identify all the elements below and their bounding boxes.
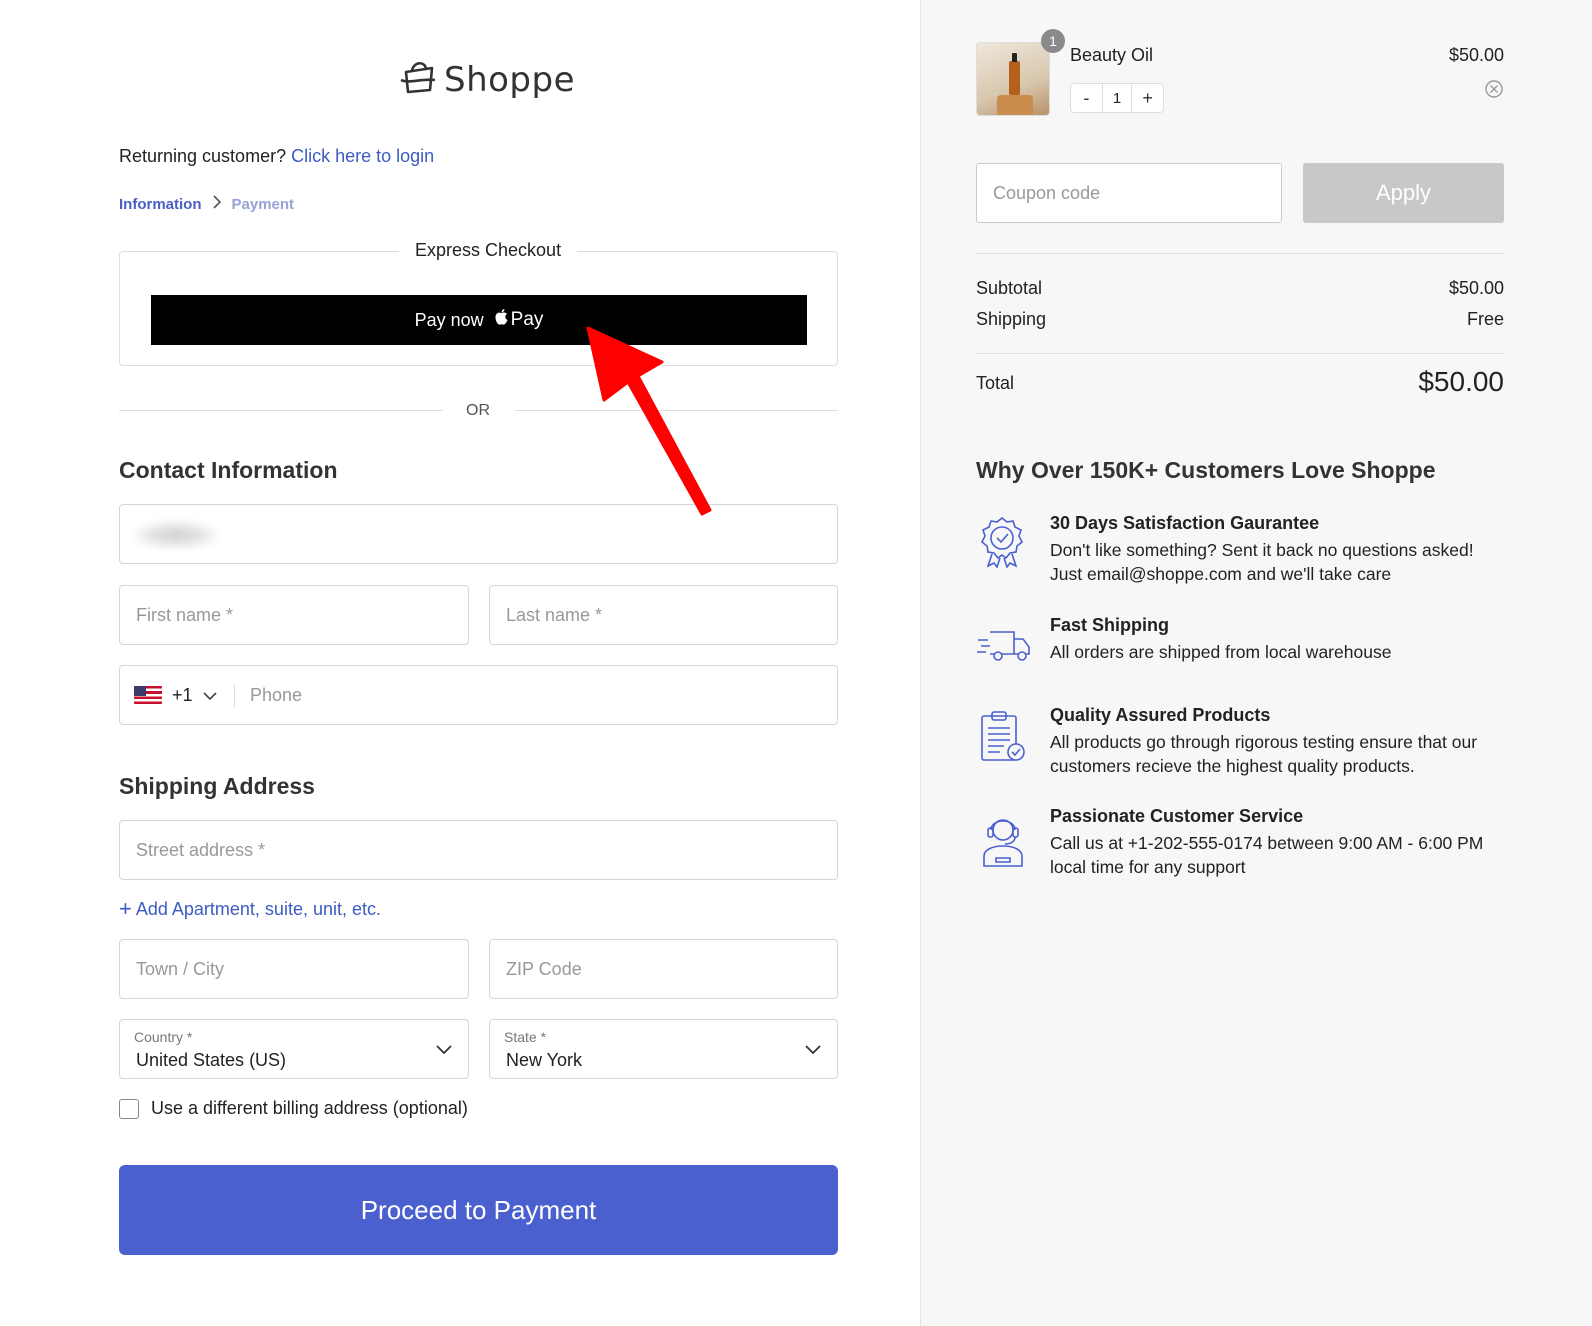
feature-title: Quality Assured Products (1050, 705, 1271, 725)
badge-check-icon (978, 516, 1026, 573)
breadcrumb-information[interactable]: Information (119, 196, 202, 213)
brand-logo[interactable]: Shoppe (398, 58, 575, 101)
feature-line: Call us at +1-202-555-0174 between 9:00 … (1050, 833, 1484, 853)
login-link[interactable]: Click here to login (291, 146, 434, 166)
feature-line: customers recieve the highest quality pr… (1050, 756, 1415, 776)
express-checkout-title: Express Checkout (399, 240, 578, 261)
coupon-field[interactable] (976, 163, 1282, 223)
feature-description: All products go through rigorous testing… (1050, 730, 1500, 778)
state-value: New York (506, 1050, 583, 1070)
increase-quantity-button[interactable]: + (1132, 84, 1163, 112)
apply-coupon-button[interactable]: Apply (1303, 163, 1504, 223)
shipping-label: Shipping (976, 309, 1047, 329)
billing-checkbox[interactable] (119, 1098, 139, 1119)
apple-pay-label: Pay (510, 309, 544, 330)
plus-icon: + (119, 896, 132, 921)
add-apartment-label: Add Apartment, suite, unit, etc. (135, 898, 381, 919)
feature-title: 30 Days Satisfaction Gaurantee (1050, 513, 1320, 533)
or-separator: OR (466, 402, 490, 419)
brand-name: Shoppe (444, 59, 576, 100)
feature-description: Don't like something? Sent it back no qu… (1050, 538, 1500, 586)
last-name-field[interactable] (489, 585, 838, 645)
quantity-badge: 1 (1041, 29, 1065, 53)
street-address-field[interactable] (119, 820, 838, 880)
shipping-address-title: Shipping Address (119, 773, 315, 799)
chevron-down-icon (805, 1042, 821, 1060)
first-name-input[interactable] (120, 586, 468, 644)
state-label: State * (504, 1029, 547, 1045)
divider-left (119, 410, 443, 411)
checkout-form-panel: Shoppe Returning customer? Click here to… (0, 0, 920, 1326)
breadcrumb: Information Payment (119, 195, 294, 214)
phone-input[interactable] (120, 666, 837, 724)
shopping-bag-icon (398, 58, 438, 101)
product-thumbnail (976, 42, 1050, 116)
apple-logo-icon (494, 308, 509, 332)
why-customers-love-title: Why Over 150K+ Customers Love Shoppe (976, 457, 1436, 483)
divider (976, 353, 1504, 354)
proceed-to-payment-button[interactable]: Proceed to Payment (119, 1165, 838, 1255)
quantity-value[interactable]: 1 (1101, 84, 1133, 112)
breadcrumb-payment[interactable]: Payment (232, 196, 295, 213)
country-value: United States (US) (136, 1050, 287, 1070)
delivery-truck-icon (976, 628, 1032, 669)
first-name-field[interactable] (119, 585, 469, 645)
support-agent-icon (978, 812, 1028, 873)
phone-field[interactable]: +1 (119, 665, 838, 725)
phone-divider (234, 684, 235, 708)
us-flag-icon (134, 686, 162, 704)
state-select[interactable]: State * New York (489, 1019, 838, 1079)
divider (976, 253, 1504, 254)
feature-description: All orders are shipped from local wareho… (1050, 640, 1500, 664)
country-label: Country * (134, 1029, 193, 1045)
billing-checkbox-label: Use a different billing address (optiona… (151, 1098, 468, 1118)
quantity-stepper[interactable]: - 1 + (1070, 83, 1164, 113)
feature-title: Passionate Customer Service (1050, 806, 1304, 826)
billing-address-option[interactable]: Use a different billing address (optiona… (119, 1098, 468, 1119)
subtotal-label: Subtotal (976, 278, 1043, 298)
feature-line: Just email@shoppe.com and we'll take car… (1050, 564, 1392, 584)
feature-title: Fast Shipping (1050, 615, 1169, 635)
zip-field[interactable] (489, 939, 838, 999)
feature-line: All orders are shipped from local wareho… (1050, 642, 1392, 662)
returning-customer: Returning customer? Click here to login (119, 146, 434, 167)
country-select[interactable]: Country * United States (US) (119, 1019, 469, 1079)
add-apartment-link[interactable]: + Add Apartment, suite, unit, etc. (119, 898, 381, 920)
feature-line: local time for any support (1050, 857, 1246, 877)
city-input[interactable] (120, 940, 468, 998)
blurred-email-value (136, 522, 216, 548)
product-price: $50.00 (1448, 45, 1504, 65)
city-field[interactable] (119, 939, 469, 999)
remove-item-icon[interactable] (1484, 79, 1504, 104)
chevron-down-icon (202, 685, 217, 706)
subtotal-value: $50.00 (1448, 278, 1504, 298)
feature-line: Don't like something? Sent it back no qu… (1050, 540, 1474, 560)
last-name-input[interactable] (490, 586, 837, 644)
total-label: Total (976, 373, 1015, 393)
contact-info-title: Contact Information (119, 457, 338, 483)
email-field[interactable] (119, 504, 838, 564)
feature-line: All products go through rigorous testing… (1050, 732, 1478, 752)
decrease-quantity-button[interactable]: - (1071, 84, 1102, 112)
returning-prompt: Returning customer? (119, 146, 287, 166)
coupon-input[interactable] (977, 164, 1281, 222)
product-name: Beauty Oil (1070, 45, 1154, 65)
total-value: $50.00 (1418, 366, 1504, 397)
chevron-down-icon (436, 1042, 452, 1060)
annotation-arrow-icon (580, 320, 720, 525)
shipping-value: Free (1466, 309, 1504, 329)
street-address-input[interactable] (120, 821, 837, 879)
phone-country-code: +1 (172, 684, 193, 705)
clipboard-check-icon (978, 710, 1028, 769)
zip-input[interactable] (490, 940, 837, 998)
paynow-label: Pay now (414, 309, 484, 330)
chevron-right-icon (212, 195, 222, 214)
feature-description: Call us at +1-202-555-0174 between 9:00 … (1050, 831, 1500, 879)
country-code-selector[interactable]: +1 (134, 666, 217, 724)
